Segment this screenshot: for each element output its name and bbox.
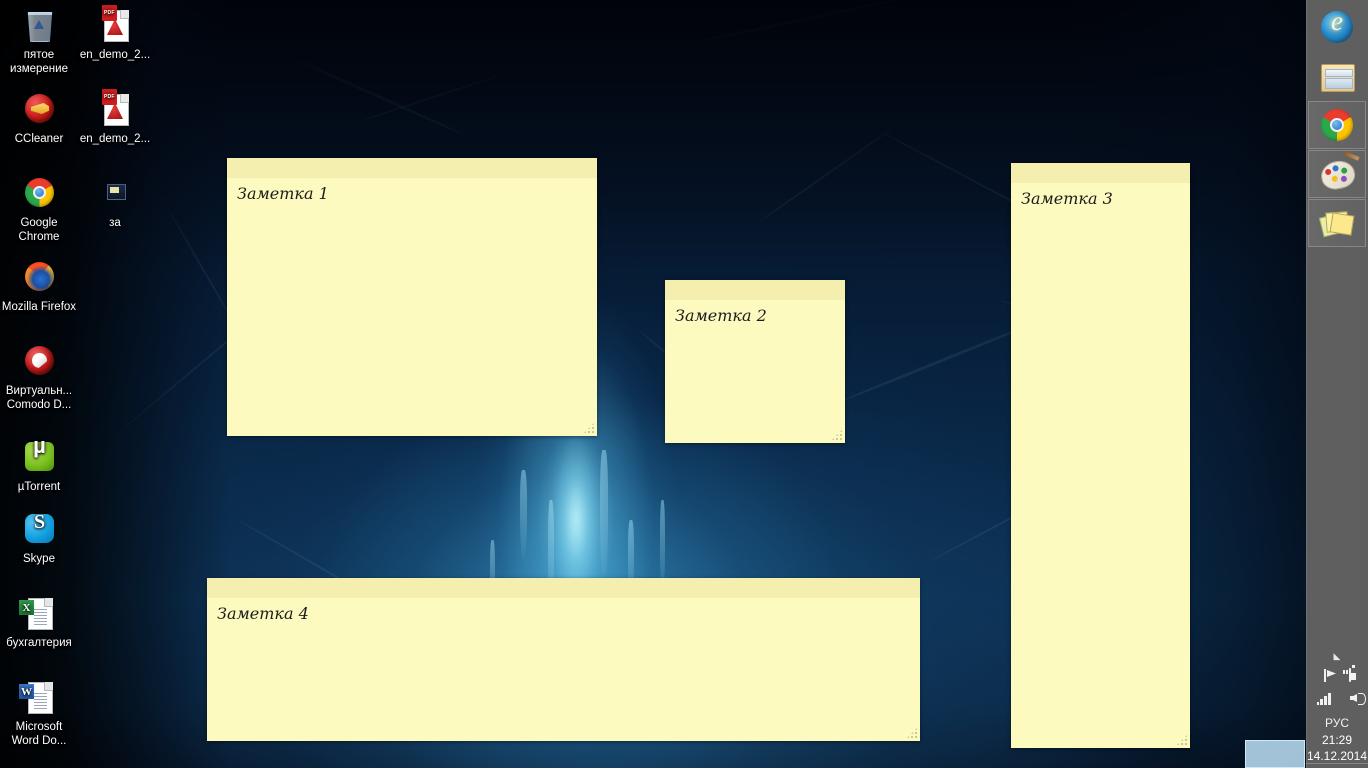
sticky-note-3[interactable]: Заметка 3 xyxy=(1011,163,1190,748)
network-signal-icon[interactable] xyxy=(1316,691,1332,707)
show-desktop-button[interactable] xyxy=(1306,763,1368,768)
desktop-icon-pdf-2[interactable]: PDF en_demo_2... xyxy=(77,88,153,146)
language-indicator[interactable]: РУС xyxy=(1306,710,1368,732)
sticky-note-header[interactable] xyxy=(665,280,845,300)
desktop-icon-buhgalteriya[interactable]: X бухгалтерия xyxy=(1,592,77,650)
resize-grip-icon[interactable] xyxy=(906,727,918,739)
sticky-note-text[interactable]: Заметка 4 xyxy=(207,598,920,624)
excel-document-icon: X xyxy=(1,592,77,634)
internet-explorer-icon xyxy=(1321,6,1353,43)
desktop-icon-label: en_demo_2... xyxy=(79,49,151,61)
sticky-note-2[interactable]: Заметка 2 xyxy=(665,280,845,443)
recycle-bin-icon xyxy=(1,4,77,46)
battery-power-icon[interactable] xyxy=(1342,668,1358,685)
desktop-icon-label: Skype xyxy=(23,553,55,565)
desktop-icon-pdf-1[interactable]: PDF en_demo_2... xyxy=(77,4,153,62)
desktop-root: пятое измерение PDF en_demo_2... CCleane… xyxy=(0,0,1368,768)
volume-icon[interactable] xyxy=(1342,691,1366,707)
selection-rectangle xyxy=(1245,740,1305,768)
desktop-icon-label: en_demo_2... xyxy=(79,133,151,145)
tray-expand-button[interactable]: ◣ xyxy=(1306,646,1368,666)
resize-grip-icon[interactable] xyxy=(831,429,843,441)
desktop-icon-ccleaner[interactable]: CCleaner xyxy=(1,88,77,146)
small-file-icon xyxy=(77,172,153,214)
pdf-document-icon: PDF xyxy=(77,88,153,130)
file-explorer-icon xyxy=(1321,60,1355,92)
sticky-note-header[interactable] xyxy=(1011,163,1190,183)
desktop-icon-label: Виртуальн... Comodo D... xyxy=(5,385,73,411)
sticky-note-text[interactable]: Заметка 2 xyxy=(665,300,845,326)
sticky-note-header[interactable] xyxy=(207,578,920,598)
sticky-note-text[interactable]: Заметка 1 xyxy=(227,178,597,204)
desktop-icon-recycle-bin[interactable]: пятое измерение xyxy=(1,4,77,76)
wallpaper-icicle xyxy=(600,450,608,580)
desktop-icon-label: бухгалтерия xyxy=(6,637,72,649)
sticky-note-1[interactable]: Заметка 1 xyxy=(227,158,597,436)
taskbar-button-google-chrome[interactable] xyxy=(1308,101,1366,149)
desktop-icon-skype[interactable]: Skype xyxy=(1,508,77,566)
desktop-icon-label: Microsoft Word Do... xyxy=(11,721,67,747)
pdf-document-icon: PDF xyxy=(77,4,153,46)
resize-grip-icon[interactable] xyxy=(583,422,595,434)
sticky-note-4[interactable]: Заметка 4 xyxy=(207,578,920,741)
google-chrome-icon xyxy=(1321,109,1353,141)
desktop-icon-za[interactable]: за xyxy=(77,172,153,230)
wallpaper-icicle xyxy=(520,470,527,560)
utorrent-icon xyxy=(1,436,77,478)
sticky-note-text[interactable]: Заметка 3 xyxy=(1011,183,1190,209)
desktop-icon-word-document[interactable]: W Microsoft Word Do... xyxy=(1,676,77,748)
desktop-icon-label: µTorrent xyxy=(17,481,61,493)
clock-time[interactable]: 21:29 xyxy=(1306,732,1368,748)
desktop-icon-mozilla-firefox[interactable]: Mozilla Firefox xyxy=(1,256,77,314)
desktop-icon-label: Google Chrome xyxy=(18,217,60,243)
desktop-icon-google-chrome[interactable]: Google Chrome xyxy=(1,172,77,244)
desktop-icon-comodo-dragon[interactable]: Виртуальн... Comodo D... xyxy=(1,340,77,412)
mozilla-firefox-icon xyxy=(1,256,77,298)
taskbar-button-file-explorer[interactable] xyxy=(1308,52,1366,100)
word-document-icon: W xyxy=(1,676,77,718)
ccleaner-icon xyxy=(1,88,77,130)
clock-date[interactable]: 14.12.2014 xyxy=(1306,748,1368,764)
taskbar: ◣ РУС 21:29 14.12.2014 xyxy=(1306,0,1368,768)
action-center-flag-icon[interactable] xyxy=(1316,669,1332,685)
google-chrome-icon xyxy=(1,172,77,214)
taskbar-empty-area[interactable] xyxy=(1306,248,1368,646)
taskbar-button-paint[interactable] xyxy=(1308,150,1366,198)
tray-row-1 xyxy=(1306,666,1368,688)
taskbar-buttons xyxy=(1306,0,1368,248)
paint-icon xyxy=(1318,150,1360,193)
desktop-icon-label: Mozilla Firefox xyxy=(1,301,77,313)
skype-icon xyxy=(1,508,77,550)
resize-grip-icon[interactable] xyxy=(1176,734,1188,746)
desktop-icon-utorrent[interactable]: µTorrent xyxy=(1,436,77,494)
comodo-dragon-icon xyxy=(1,340,77,382)
desktop-icon-label: за xyxy=(109,217,121,229)
sticky-note-header[interactable] xyxy=(227,158,597,178)
desktop-icon-label: CCleaner xyxy=(14,133,64,145)
system-tray: ◣ РУС 21:29 14.12.2014 xyxy=(1306,646,1368,768)
desktop-icon-label: пятое измерение xyxy=(10,49,68,75)
taskbar-button-sticky-notes[interactable] xyxy=(1308,199,1366,247)
sticky-notes-icon xyxy=(1318,207,1355,239)
taskbar-button-internet-explorer[interactable] xyxy=(1308,3,1366,51)
tray-row-2 xyxy=(1306,688,1368,710)
